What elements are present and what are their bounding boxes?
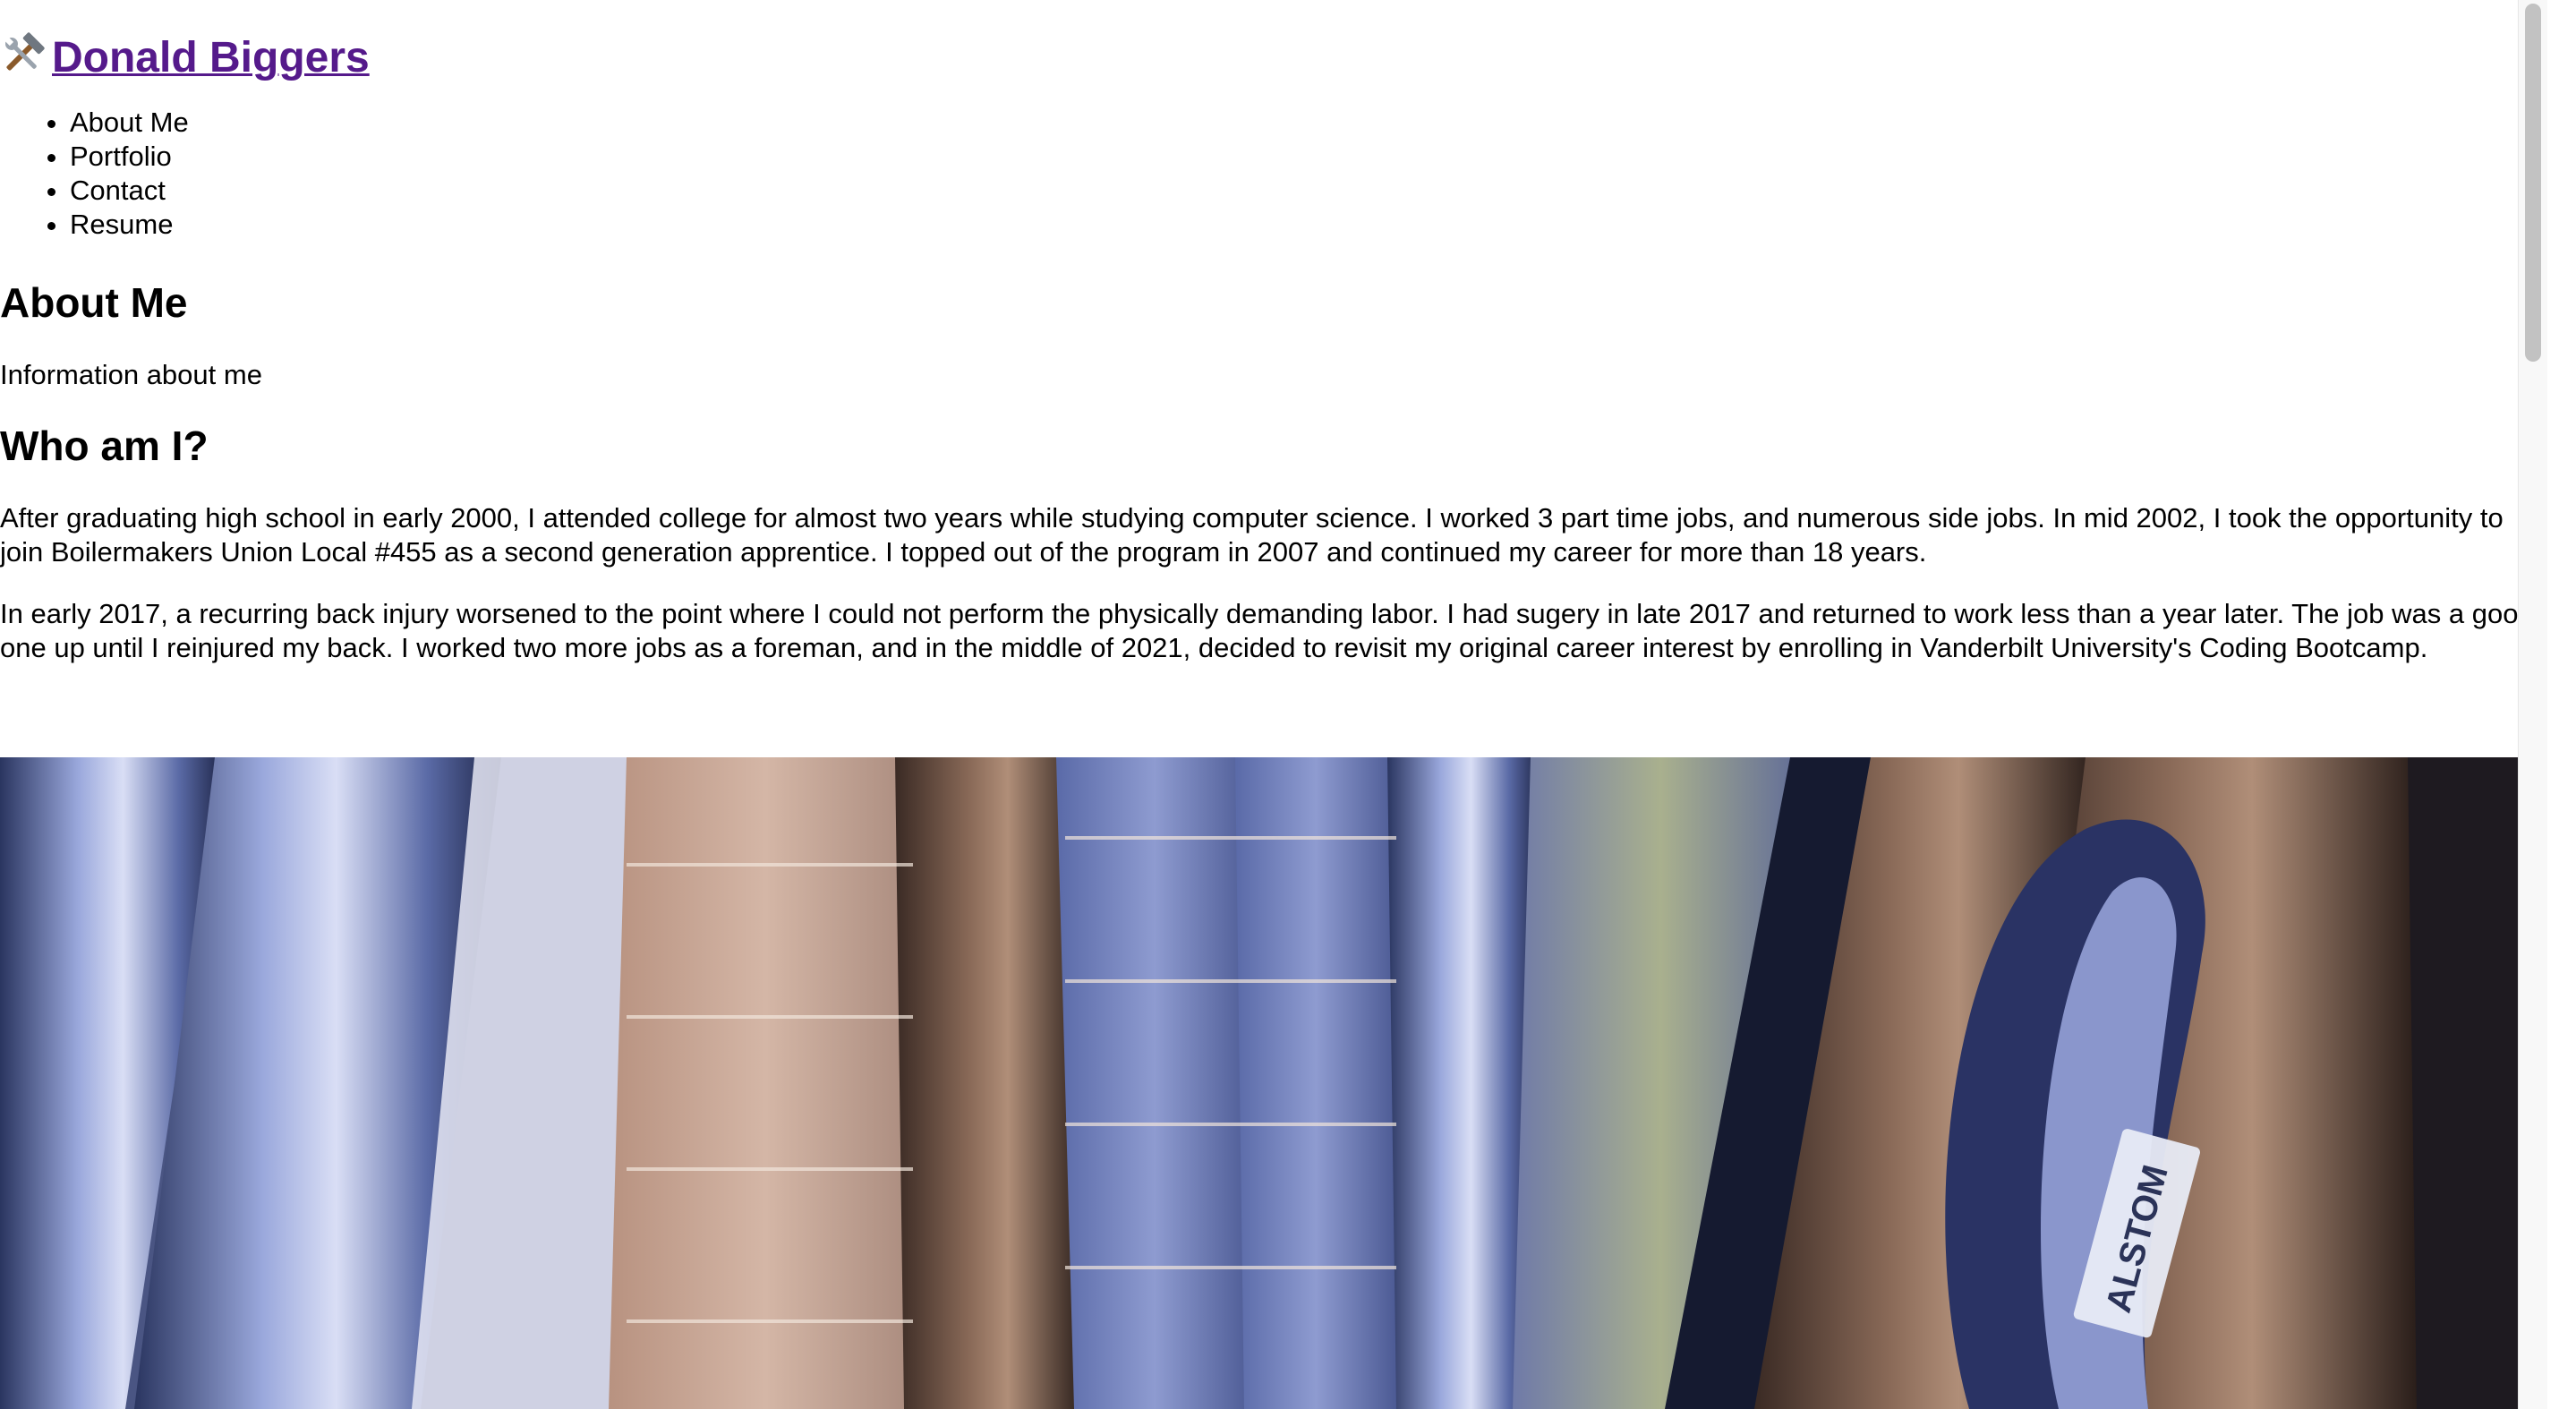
bio-paragraph-1: After graduating high school in early 20… xyxy=(0,502,2503,568)
about-section: About Me Information about me xyxy=(0,278,2547,392)
vertical-scrollbar[interactable] xyxy=(2518,0,2547,1409)
nav-link-resume[interactable]: Resume xyxy=(70,209,173,240)
boiler-tubes-photo: ALSTOM xyxy=(0,757,2547,1409)
nav-link-about-me[interactable]: About Me xyxy=(70,107,189,138)
about-subtitle: Information about me xyxy=(0,359,262,390)
who-heading: Who am I? xyxy=(0,423,209,469)
site-header: Donald Biggers About Me Portfolio Contac… xyxy=(0,0,2547,242)
main-content: About Me Information about me Who am I? … xyxy=(0,278,2547,665)
page: Donald Biggers About Me Portfolio Contac… xyxy=(0,0,2547,1409)
nav-link-contact[interactable]: Contact xyxy=(70,175,166,206)
nav-item-about-me: About Me xyxy=(70,106,2547,140)
main-nav: About Me Portfolio Contact Resume xyxy=(0,106,2547,242)
bio-paragraph-2: In early 2017, a recurring back injury w… xyxy=(0,598,2534,663)
about-heading: About Me xyxy=(0,279,188,326)
nav-item-portfolio: Portfolio xyxy=(70,140,2547,174)
scrollbar-thumb[interactable] xyxy=(2525,4,2541,362)
site-title-text: Donald Biggers xyxy=(52,34,370,81)
nav-item-contact: Contact xyxy=(70,174,2547,208)
hammer-and-wrench-icon xyxy=(0,32,45,77)
who-section: Who am I? After graduating high school i… xyxy=(0,421,2547,665)
site-title: Donald Biggers xyxy=(0,0,2547,86)
site-title-link[interactable]: Donald Biggers xyxy=(0,32,370,81)
nav-item-resume: Resume xyxy=(70,208,2547,242)
nav-link-portfolio[interactable]: Portfolio xyxy=(70,141,172,172)
